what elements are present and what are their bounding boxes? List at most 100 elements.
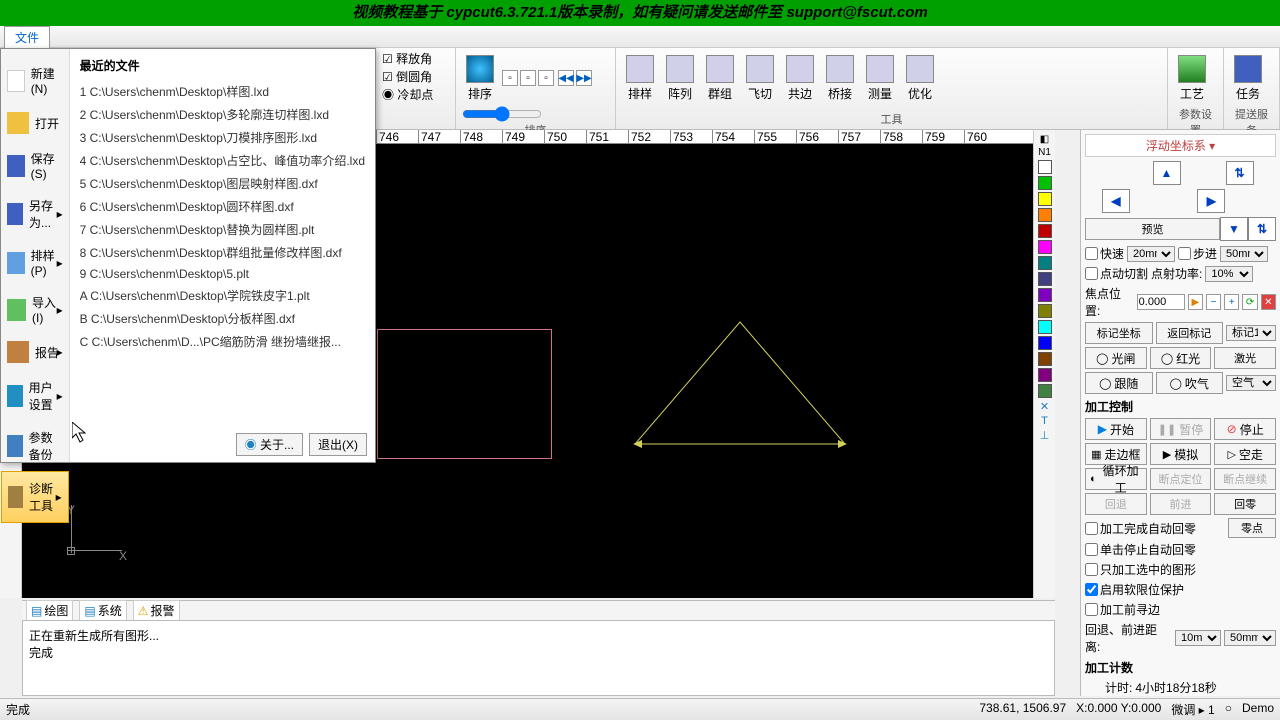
recent-file[interactable]: 4 C:\Users\chenm\Desktop\占空比、峰值功率介绍.lxd (80, 149, 365, 172)
sort-prev[interactable]: ◀◀ (558, 70, 574, 86)
sim-button[interactable]: ▶ 模拟 (1150, 443, 1212, 465)
layer-swatch[interactable] (1038, 192, 1052, 206)
ribbon-optimize[interactable]: 优化 (902, 50, 938, 106)
cb-findedge[interactable]: 加工前寻边 (1085, 601, 1160, 618)
cb-stopzero[interactable]: 单击停止自动回零 (1085, 541, 1196, 558)
jog-z[interactable]: ⇅ (1226, 161, 1254, 185)
layer-swatch[interactable] (1038, 224, 1052, 238)
layer-swatch[interactable] (1038, 368, 1052, 382)
tab-draw[interactable]: ▤绘图 (26, 600, 73, 621)
bcont-button[interactable]: 断点继续 (1214, 468, 1276, 490)
ribbon-measure[interactable]: 测量 (862, 50, 898, 106)
layer-swatch[interactable] (1038, 160, 1052, 174)
layer-swatch[interactable] (1038, 272, 1052, 286)
recent-file[interactable]: 6 C:\Users\chenm\Desktop\圆环样图.dxf (80, 195, 365, 218)
ribbon-process[interactable]: 工艺 (1174, 50, 1210, 106)
ribbon-flycut[interactable]: 飞切 (742, 50, 778, 106)
sort-next[interactable]: ▶▶ (576, 70, 592, 86)
ribbon-array[interactable]: 阵列 (662, 50, 698, 106)
fwd-button[interactable]: 前进 (1150, 493, 1212, 515)
recent-file[interactable]: 5 C:\Users\chenm\Desktop\图层映射样图.dxf (80, 172, 365, 195)
layer-swatch[interactable] (1038, 320, 1052, 334)
tab-alarm[interactable]: ⚠报警 (133, 600, 180, 621)
zero-button[interactable]: 零点 (1228, 518, 1276, 538)
follow-button[interactable]: ◯ 跟随 (1085, 372, 1153, 394)
markpos-button[interactable]: 标记坐标 (1085, 322, 1153, 344)
ribbon-release-angle[interactable]: ☑ 释放角 (382, 50, 432, 67)
recent-file[interactable]: 2 C:\Users\chenm\Desktop\多轮廓连切样图.lxd (80, 103, 365, 126)
layer-swatch[interactable] (1038, 208, 1052, 222)
menu-file[interactable]: 文件 (4, 26, 50, 48)
recent-file[interactable]: 1 C:\Users\chenm\Desktop\样图.lxd (80, 80, 365, 103)
menu-save[interactable]: 保存(S) (1, 142, 69, 189)
blow-button[interactable]: ◯ 吹气 (1156, 372, 1224, 394)
aser-button[interactable]: 激光 (1214, 347, 1276, 369)
menu-import[interactable]: 导入(I)▸ (1, 286, 69, 333)
cb-softlimit[interactable]: 启用软限位保护 (1085, 581, 1184, 598)
red-button[interactable]: ◯ 红光 (1150, 347, 1212, 369)
menu-saveas[interactable]: 另存为...▸ (1, 189, 69, 239)
jog-z2[interactable]: ⇅ (1248, 217, 1276, 241)
layer-swatch[interactable] (1038, 384, 1052, 398)
recent-file[interactable]: 8 C:\Users\chenm\Desktop\群组批量修改样图.dxf (80, 241, 365, 264)
layer-swatch[interactable] (1038, 176, 1052, 190)
menu-parambackup[interactable]: 参数备份 (1, 421, 69, 471)
sort-opt2[interactable]: ▫ (520, 70, 536, 86)
layer-swatch[interactable] (1038, 304, 1052, 318)
fast-val[interactable]: 20mm/s (1127, 246, 1175, 262)
exit-button[interactable]: 退出(X) (309, 433, 367, 456)
dry-button[interactable]: ▷ 空走 (1214, 443, 1276, 465)
arrow-right[interactable]: ▶ (1197, 189, 1225, 213)
backmark-button[interactable]: 返回标记 (1156, 322, 1224, 344)
ribbon-sort[interactable]: 排序 (462, 50, 498, 106)
retreat-d[interactable]: 10mm (1175, 630, 1221, 646)
recent-file[interactable]: A C:\Users\chenm\Desktop\学院铁皮字1.plt (80, 284, 365, 307)
arrow-left[interactable]: ◀ (1102, 189, 1130, 213)
ribbon-task[interactable]: 任务 (1230, 50, 1266, 106)
menu-report[interactable]: 报告▸ (1, 333, 69, 371)
recent-file[interactable]: B C:\Users\chenm\Desktop\分板样图.dxf (80, 307, 365, 330)
arrow-up[interactable]: ▲ (1153, 161, 1181, 185)
shape-rectangle[interactable] (377, 329, 552, 459)
menu-open[interactable]: 打开 (1, 104, 69, 142)
arrow-down[interactable]: ▼ (1220, 217, 1248, 241)
laser-button[interactable]: ◯ 光闸 (1085, 347, 1147, 369)
loop-button[interactable]: ◐ 循环加工 (1085, 468, 1147, 490)
about-button[interactable]: ◉ 关于... (236, 433, 303, 456)
recent-file[interactable]: 3 C:\Users\chenm\Desktop\刀模排序图形.lxd (80, 126, 365, 149)
ribbon-group[interactable]: 群组 (702, 50, 738, 106)
menu-nest[interactable]: 排样(P)▸ (1, 239, 69, 286)
step-check[interactable]: 步进 (1178, 245, 1217, 262)
ribbon-nest[interactable]: 排样 (622, 50, 658, 106)
focus-reset[interactable]: ⟳ (1242, 294, 1257, 310)
focus-minus[interactable]: − (1206, 294, 1221, 310)
focus-val[interactable] (1137, 294, 1185, 310)
layer-swatch[interactable] (1038, 352, 1052, 366)
ribbon-bridge[interactable]: 桥接 (822, 50, 858, 106)
status-fine[interactable]: 微调 ▸ 1 (1171, 701, 1214, 718)
menu-new[interactable]: 新建(N) (1, 57, 69, 104)
mark-sel[interactable]: 标记1 (1226, 325, 1276, 341)
bpoint-button[interactable]: 断点定位 (1150, 468, 1212, 490)
fast-check[interactable]: 快速 (1085, 245, 1124, 262)
recent-file[interactable]: 7 C:\Users\chenm\Desktop\替换为圆样图.plt (80, 218, 365, 241)
tab-sys[interactable]: ▤系统 (79, 600, 126, 621)
recent-file[interactable]: C C:\Users\chenm\D...\PC缩筋防滑 继扮墙继报... (80, 330, 365, 353)
cb-autozero[interactable]: 加工完成自动回零 (1085, 520, 1196, 537)
ribbon-coedge[interactable]: 共边 (782, 50, 818, 106)
coord-system[interactable]: 浮动坐标系 ▾ (1085, 134, 1276, 157)
cb-selonly[interactable]: 只加工选中的图形 (1085, 561, 1196, 578)
sort-slider[interactable] (462, 106, 542, 122)
focus-go[interactable]: ▶ (1188, 294, 1203, 310)
start-button[interactable]: ▶ 开始 (1085, 418, 1147, 440)
step-val[interactable]: 50mm (1220, 246, 1268, 262)
back-button[interactable]: 回退 (1085, 493, 1147, 515)
pointcut-check[interactable]: 点动切割 (1085, 265, 1148, 282)
ribbon-cooldot[interactable]: ◉ 冷却点 (382, 86, 433, 103)
retreat-s[interactable]: 50mm/s (1224, 630, 1276, 646)
ribbon-fillet[interactable]: ☑ 倒圆角 (382, 68, 432, 85)
sort-opt1[interactable]: ▫ (502, 70, 518, 86)
layer-swatch[interactable] (1038, 288, 1052, 302)
stop-button[interactable]: ⊘ 停止 (1214, 418, 1276, 440)
focus-cancel[interactable]: ✕ (1261, 294, 1276, 310)
